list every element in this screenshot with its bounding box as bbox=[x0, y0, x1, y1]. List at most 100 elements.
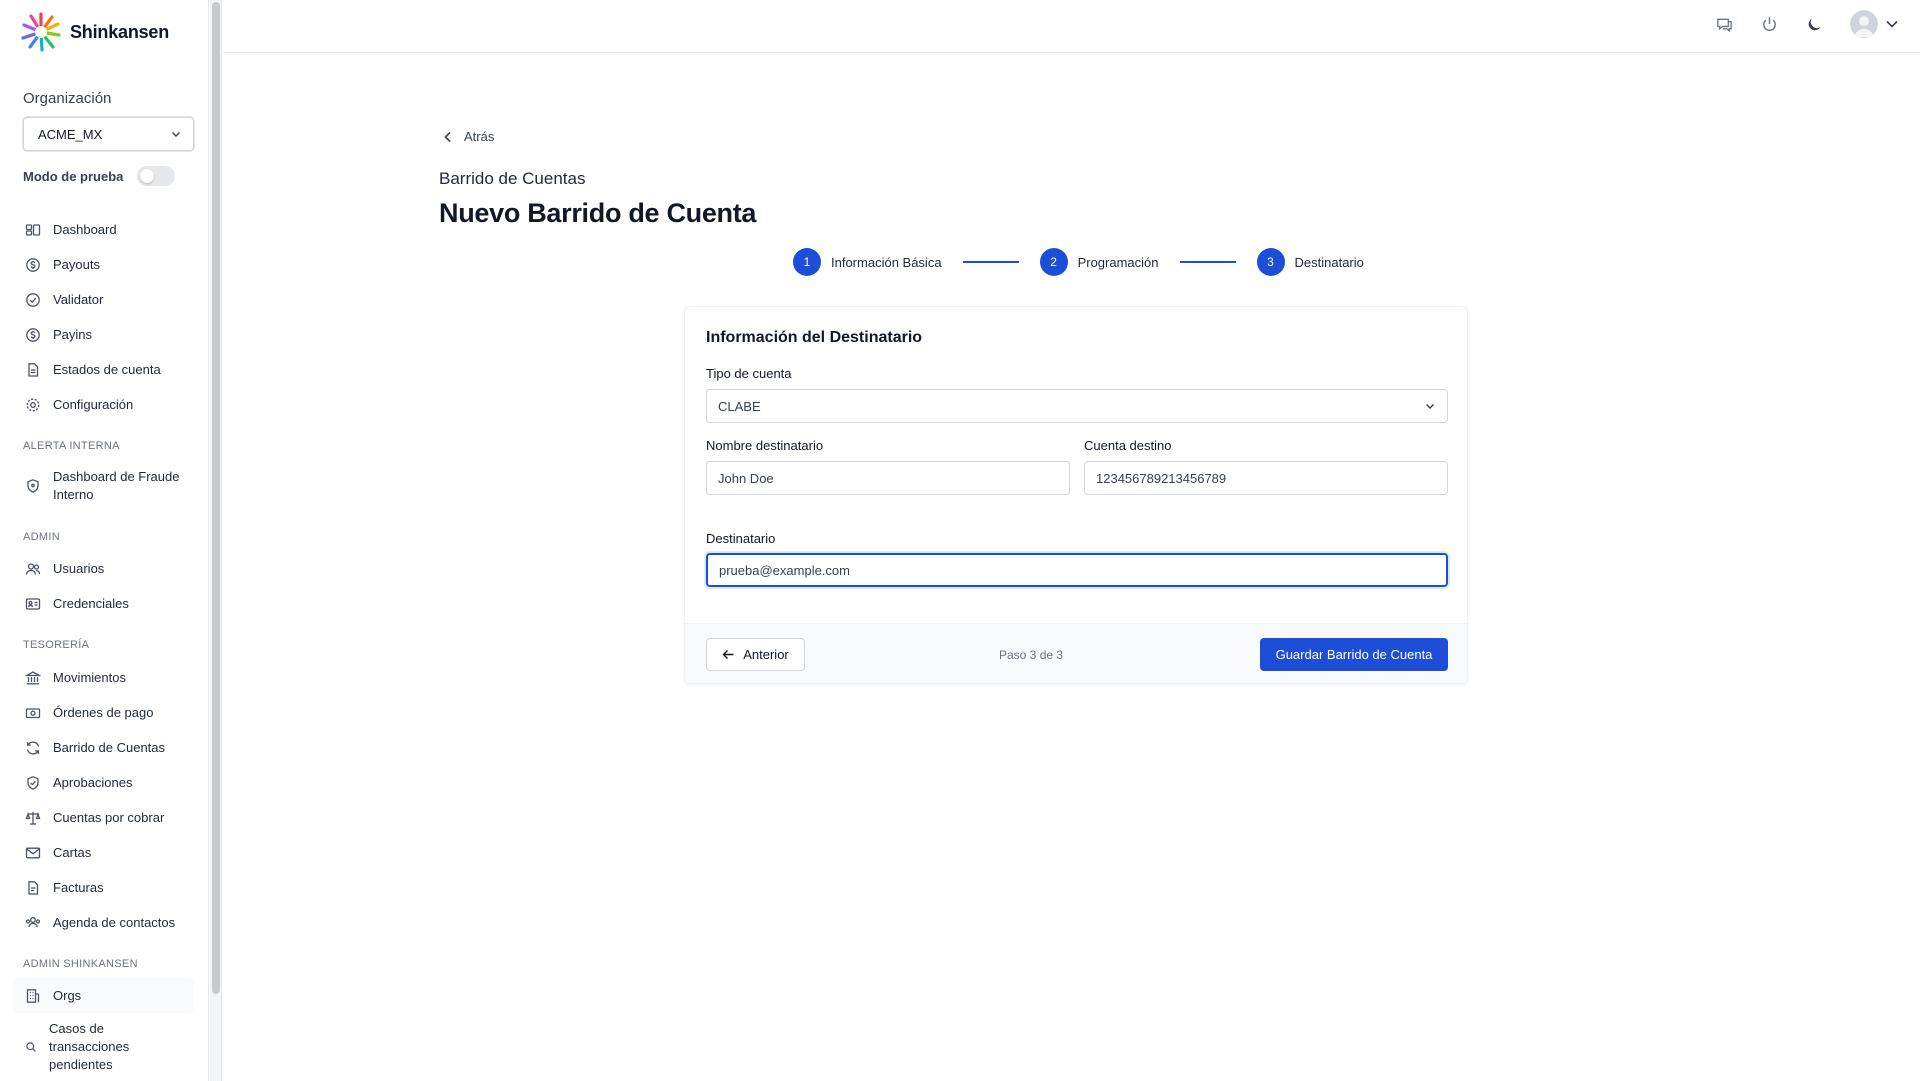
shield-icon bbox=[27, 479, 39, 493]
save-button[interactable]: Guardar Barrido de Cuenta bbox=[1260, 638, 1448, 671]
destinatario-value: prueba@example.com bbox=[719, 562, 850, 578]
step-number: 2 bbox=[1039, 248, 1068, 276]
step-connector bbox=[1179, 261, 1236, 263]
sidebar-item-ordenes-de-pago[interactable]: Órdenes de pago bbox=[12, 695, 194, 730]
sidebar-item-payins[interactable]: Payins bbox=[12, 317, 194, 352]
sidebar-item-label: Dashboard de Fraude Interno bbox=[53, 469, 180, 502]
sidebar-item-aprobaciones[interactable]: Aprobaciones bbox=[12, 765, 194, 800]
envelope-icon bbox=[25, 847, 41, 858]
sidebar-item-credenciales[interactable]: Credenciales bbox=[12, 586, 194, 621]
section-admin: ADMIN bbox=[23, 531, 60, 543]
scrollbar-thumb[interactable] bbox=[212, 2, 220, 994]
chevron-left-icon bbox=[444, 131, 451, 142]
dashboard-icon bbox=[25, 223, 41, 236]
org-select[interactable]: ACME_MX bbox=[23, 117, 194, 151]
step-connector bbox=[962, 261, 1019, 263]
page-title: Nuevo Barrido de Cuenta bbox=[439, 198, 757, 228]
cuenta-destino-input[interactable]: 123456789213456789 bbox=[1084, 461, 1448, 495]
nombre-destinatario-input[interactable]: John Doe bbox=[706, 461, 1070, 495]
chevron-down-icon bbox=[1886, 20, 1898, 28]
sidebar-item-label: Movimientos bbox=[53, 670, 126, 685]
sidebar-item-label: Orgs bbox=[53, 988, 82, 1003]
avatar bbox=[1850, 10, 1878, 38]
sidebar-item-label: Cuentas por cobrar bbox=[53, 810, 165, 825]
sidebar-item-estados-de-cuenta[interactable]: Estados de cuenta bbox=[12, 352, 194, 387]
step-label: Destinatario bbox=[1294, 254, 1364, 270]
brand-name: Shinkansen bbox=[70, 21, 170, 42]
sidebar-item-label: Usuarios bbox=[53, 561, 105, 576]
section-alerta-interna: ALERTA INTERNA bbox=[23, 440, 120, 452]
test-mode-toggle[interactable] bbox=[137, 166, 176, 186]
tesoreria-nav: Movimientos Órdenes de pago Barrido de C… bbox=[12, 660, 194, 940]
previous-button[interactable]: Anterior bbox=[706, 638, 805, 671]
step-2[interactable]: 2 Programación bbox=[1039, 248, 1159, 276]
sidebar-item-label: Credenciales bbox=[53, 596, 129, 611]
sidebar-item-label: Agenda de contactos bbox=[53, 915, 176, 930]
sidebar-item-label: Barrido de Cuentas bbox=[53, 740, 166, 755]
power-icon[interactable] bbox=[1760, 15, 1779, 34]
previous-label: Anterior bbox=[743, 647, 789, 662]
sidebar-item-label: Payouts bbox=[53, 257, 100, 272]
sidebar-item-label: Payins bbox=[53, 327, 93, 342]
sidebar-item-payouts[interactable]: Payouts bbox=[12, 247, 194, 282]
check-circle-icon bbox=[26, 292, 40, 307]
chevron-down-icon bbox=[1426, 404, 1434, 409]
document-icon bbox=[28, 362, 39, 377]
sidebar-item-barrido-de-cuentas[interactable]: Barrido de Cuentas bbox=[12, 730, 194, 765]
step-3[interactable]: 3 Destinatario bbox=[1256, 248, 1364, 276]
shinkansen-logo-icon bbox=[21, 12, 61, 52]
sidebar-item-dashboard-fraude[interactable]: Dashboard de Fraude Interno bbox=[12, 460, 194, 512]
sidebar-item-configuracion[interactable]: Configuración bbox=[12, 387, 194, 422]
payouts-icon bbox=[26, 257, 40, 272]
sidebar-item-label: Estados de cuenta bbox=[53, 362, 161, 377]
sidebar-item-usuarios[interactable]: Usuarios bbox=[12, 551, 194, 586]
sidebar-item-facturas[interactable]: Facturas bbox=[12, 870, 194, 905]
form-section-title: Información del Destinatario bbox=[706, 329, 923, 346]
users-icon bbox=[25, 562, 41, 575]
tipo-cuenta-value: CLABE bbox=[718, 398, 761, 414]
chevron-down-icon bbox=[172, 132, 180, 137]
step-number: 3 bbox=[1256, 248, 1285, 276]
cuenta-destino-value: 123456789213456789 bbox=[1096, 470, 1227, 486]
toggle-knob bbox=[140, 169, 155, 183]
sidebar-item-cuentas-por-cobrar[interactable]: Cuentas por cobrar bbox=[12, 800, 194, 835]
sidebar-item-label: Dashboard bbox=[53, 222, 117, 237]
back-label: Atrás bbox=[464, 129, 495, 144]
nombre-destinatario-label: Nombre destinatario bbox=[706, 438, 824, 453]
tipo-cuenta-label: Tipo de cuenta bbox=[706, 366, 792, 381]
chat-icon[interactable] bbox=[1715, 15, 1734, 34]
destinatario-label: Destinatario bbox=[706, 531, 776, 546]
main-nav: Dashboard Payouts Validator Payins Estad… bbox=[12, 212, 194, 422]
sidebar-item-label: Configuración bbox=[53, 397, 134, 412]
cash-icon bbox=[25, 707, 41, 718]
sidebar-item-orgs[interactable]: Orgs bbox=[12, 978, 194, 1013]
sidebar-scrollbar[interactable] bbox=[210, 0, 222, 1081]
brand[interactable]: Shinkansen bbox=[20, 11, 169, 53]
topbar-actions bbox=[1715, 10, 1900, 38]
bank-icon bbox=[25, 670, 41, 684]
sidebar-item-label: Aprobaciones bbox=[53, 775, 133, 790]
sidebar-item-cartas[interactable]: Cartas bbox=[12, 835, 194, 870]
org-select-value: ACME_MX bbox=[38, 126, 103, 142]
sidebar-item-casos-transacciones[interactable]: Casos de transacciones pendientes bbox=[12, 1015, 194, 1079]
page-subtitle: Barrido de Cuentas bbox=[439, 169, 586, 188]
tipo-cuenta-select[interactable]: CLABE bbox=[706, 389, 1448, 423]
step-1[interactable]: 1 Información Básica bbox=[793, 248, 942, 276]
id-card-icon bbox=[25, 597, 41, 610]
sidebar-item-agenda-de-contactos[interactable]: Agenda de contactos bbox=[12, 905, 194, 940]
user-menu[interactable] bbox=[1850, 10, 1900, 38]
refresh-icon bbox=[26, 740, 40, 755]
sidebar-item-label: Facturas bbox=[53, 880, 104, 895]
back-link[interactable]: Atrás bbox=[442, 129, 494, 144]
payins-icon bbox=[26, 327, 40, 342]
moon-icon[interactable] bbox=[1805, 15, 1824, 34]
shinkansen-nav: Orgs Casos de transacciones pendientes bbox=[12, 978, 194, 1079]
test-mode-row: Modo de prueba bbox=[23, 166, 176, 186]
step-counter: Paso 3 de 3 bbox=[999, 648, 1064, 662]
sidebar-item-movimientos[interactable]: Movimientos bbox=[12, 660, 194, 695]
destinatario-email-input[interactable]: prueba@example.com bbox=[706, 553, 1448, 587]
sidebar-item-dashboard[interactable]: Dashboard bbox=[12, 212, 194, 247]
sidebar: Shinkansen Organización ACME_MX Modo de … bbox=[0, 0, 209, 1081]
user-icon bbox=[1854, 16, 1874, 37]
sidebar-item-validator[interactable]: Validator bbox=[12, 282, 194, 317]
